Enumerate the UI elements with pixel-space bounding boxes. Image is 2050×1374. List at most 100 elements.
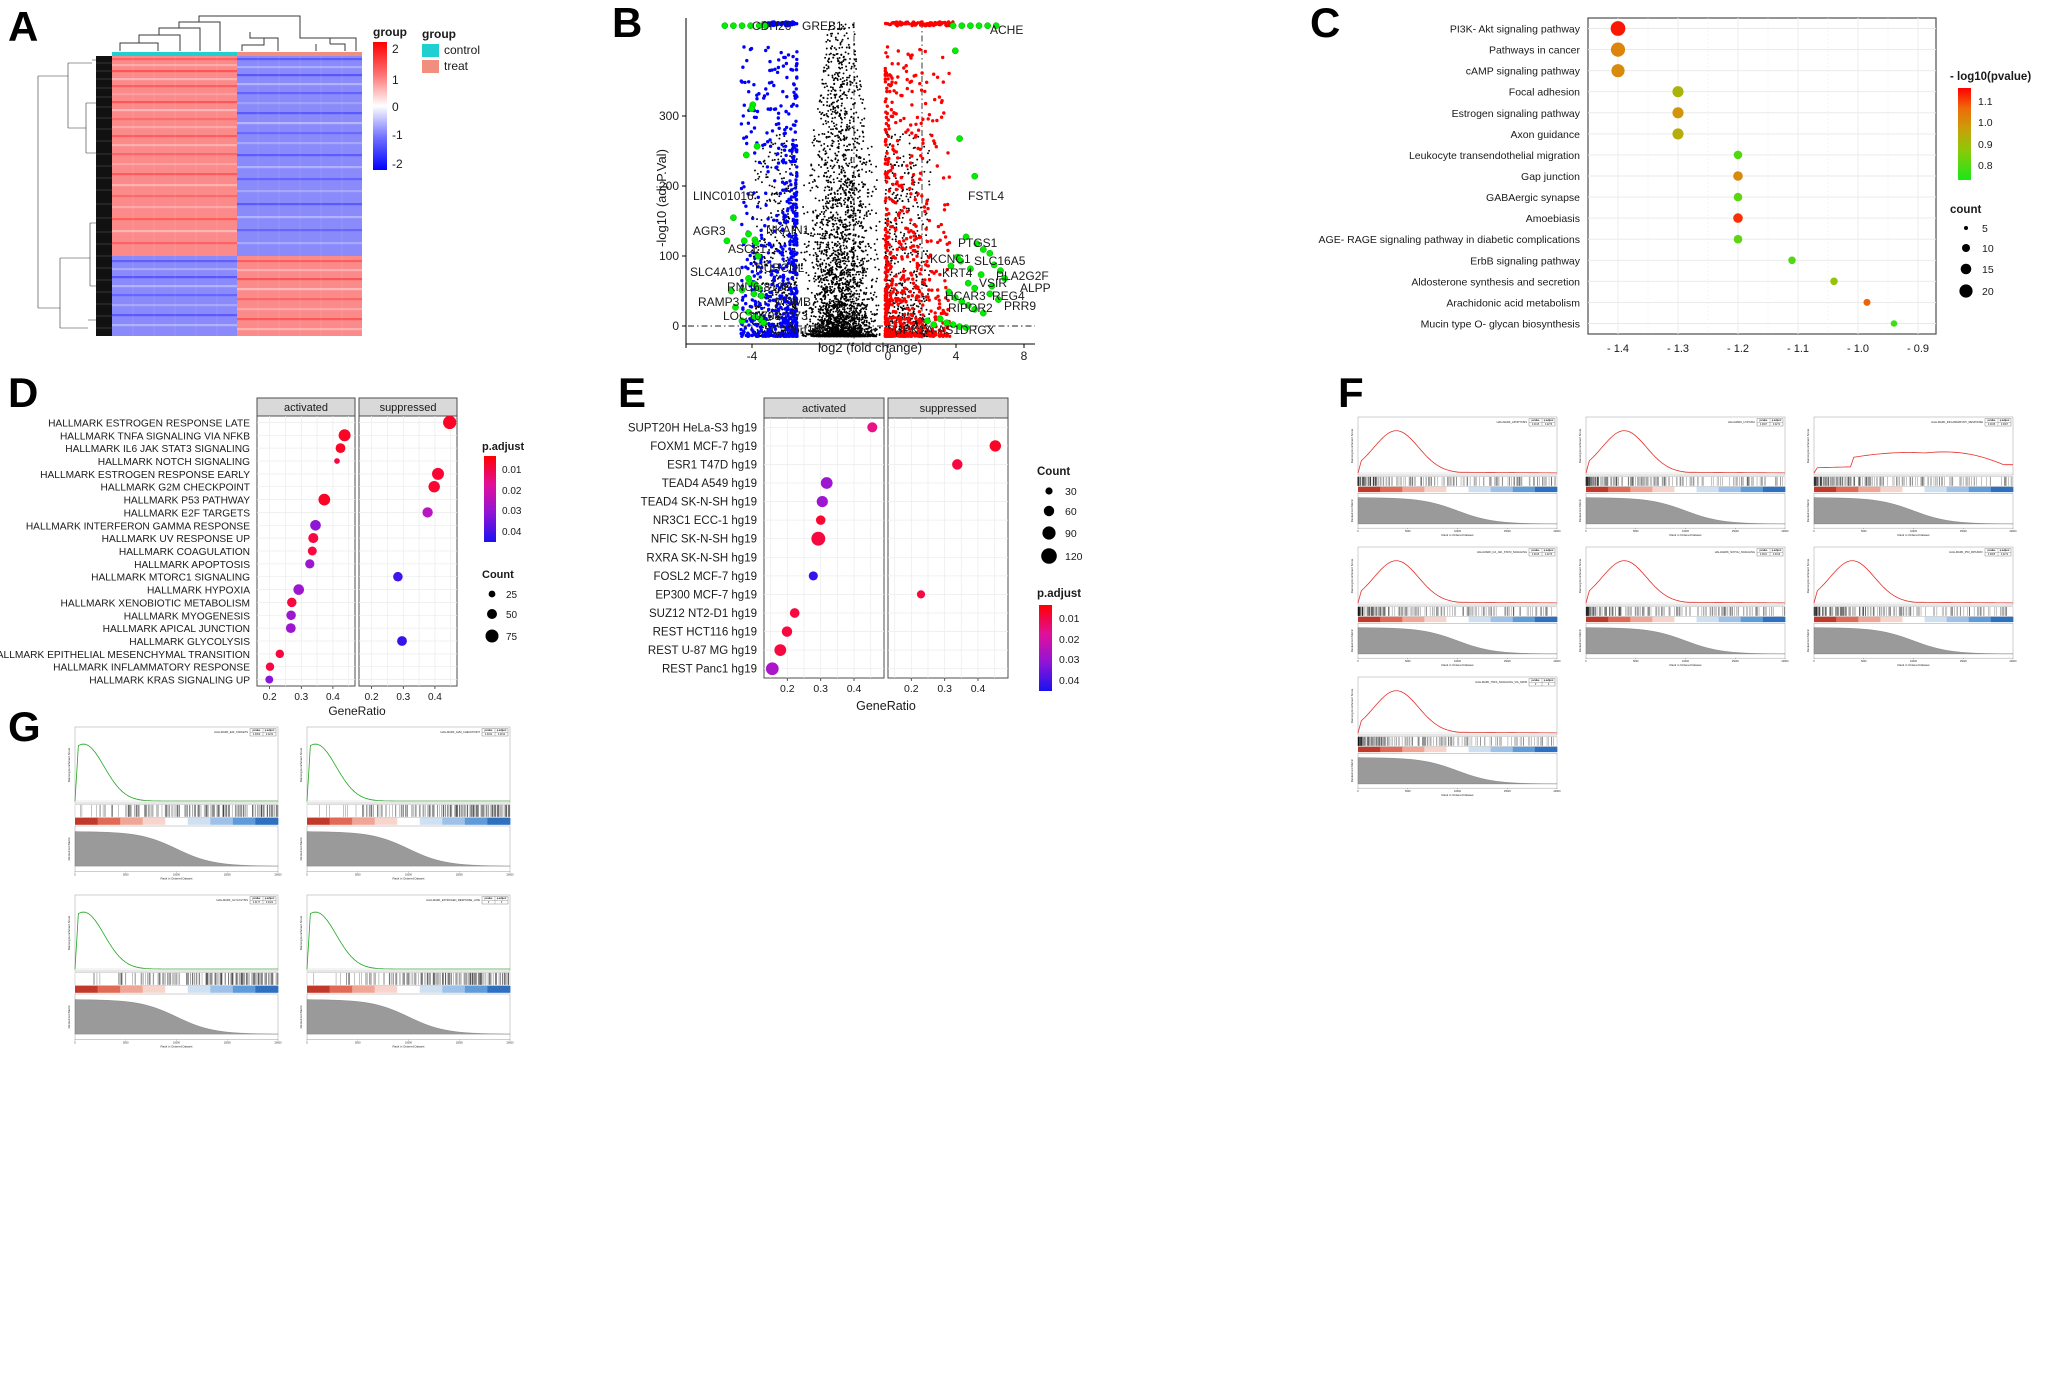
- panelE-activated-point-1: [820, 477, 833, 489]
- panelE-suppressed-point-2: [916, 590, 926, 599]
- scale-tick-1: 1: [392, 73, 399, 87]
- panel-d-color-tick-4: 0.04: [502, 527, 522, 538]
- panel-c-point-5: [1672, 128, 1684, 140]
- gene-label-NKAIN1: NKAIN1: [766, 223, 810, 237]
- gene-label-RNU6-813P: RNU6-813P: [727, 280, 792, 294]
- panel-a-group-legend: group control treat: [422, 27, 480, 73]
- panel-d-svg: activated suppressed HALLMARK ESTROGEN R…: [0, 397, 458, 718]
- panel-b: -4 0 4 8 0 100 200 300 log2 (fold change…: [490, 8, 1051, 363]
- panelE-activated-point-4: [811, 531, 826, 546]
- panelE-category-13: REST Panc1 hg19: [662, 664, 757, 676]
- panel-a: group 2 1 0 -1 -2 group control treat: [20, 8, 480, 353]
- panelD-category-19: HALLMARK INFLAMMATORY RESPONSE: [53, 663, 250, 674]
- panelE-activated-point-6: [789, 608, 800, 618]
- panelD-category-2: HALLMARK IL6 JAK STAT3 SIGNALING: [65, 444, 250, 455]
- panelE-category-5: NR3C1 ECC-1 hg19: [653, 515, 757, 527]
- panel-b-ylabel: -log10 (adj.P.Val): [654, 149, 669, 247]
- panel-b-xlabel: log2 (fold change): [818, 340, 922, 355]
- panelD-activated-point-7: [305, 559, 315, 569]
- panel-c-xtick-4: - 1.0: [1847, 343, 1869, 355]
- panelD-category-5: HALLMARK G2M CHECKPOINT: [101, 483, 250, 494]
- panelD-activated-point-8: [293, 584, 305, 595]
- gene-label-KCNC1: KCNC1: [930, 252, 971, 266]
- panel-c-size-legend: count 5 10 15 20: [1950, 204, 1994, 298]
- panel-g-grid-svg: Running Enrichment Scorepvalue p.adjust0.…: [67, 726, 514, 1049]
- panelE-category-8: FOSL2 MCF-7 hg19: [653, 571, 757, 583]
- panelE-category-4: TEAD4 SK-N-SH hg19: [641, 497, 757, 509]
- panel-f-plot-6: Running Enrichment Scorepvalue p.adjust0 0…: [1350, 676, 1561, 797]
- panelD-category-17: HALLMARK GLYCOLYSIS: [129, 637, 250, 648]
- panel-c-point-3: [1672, 86, 1684, 98]
- panel-e-xlabel: GeneRatio: [856, 699, 916, 713]
- panelD-activated-point-1: [335, 443, 346, 454]
- panelE-xtick-a-0: 0.2: [780, 683, 795, 695]
- panelD-category-20: HALLMARK KRAS SIGNALING UP: [89, 676, 250, 687]
- panel-c-color-legend-title: - log10(pvalue): [1950, 71, 2031, 83]
- panelD-xtick-a-1: 0.3: [294, 692, 308, 703]
- panel-c-xticks: - 1.4 - 1.3 - 1.2 - 1.1 - 1.0 - 0.9: [1607, 343, 1929, 355]
- panel-a-scale-title: group: [373, 25, 407, 39]
- panel-c-category-5: Axon guidance: [1511, 129, 1581, 141]
- panelD-category-14: HALLMARK XENOBIOTIC METABOLISM: [61, 598, 250, 609]
- gene-label-CDH26: CDH26: [752, 19, 792, 33]
- panel-c-point-10: [1733, 234, 1743, 244]
- panel-c-category-labels: PI3K- Akt signaling pathway Pathways in c…: [1319, 24, 1581, 331]
- panelE-category-3: TEAD4 A549 hg19: [662, 478, 757, 490]
- panel-e-color-tick-2: 0.02: [1059, 634, 1080, 646]
- panel-c-point-11: [1788, 256, 1796, 265]
- panel-b-xtick-4: 4: [953, 349, 960, 363]
- panel-e-facet-label-suppressed: suppressed: [920, 403, 977, 415]
- gene-label-C20orf197: C20orf197: [771, 323, 827, 337]
- panel-d-color-tick-3: 0.03: [502, 506, 522, 517]
- panel-f-setname-2: HALLMARK_INFLAMMATORY_RESPONSE: [1931, 420, 1983, 424]
- panel-c-category-10: AGE- RAGE signaling pathway in diabetic …: [1319, 234, 1580, 246]
- panel-c-category-2: cAMP signaling pathway: [1466, 66, 1581, 78]
- row-dendrogram-leaves: [96, 56, 112, 336]
- panelD-suppressed-point-3: [422, 507, 433, 518]
- panelE-activated-point-5: [808, 571, 818, 581]
- panel-f-plot-0: Running Enrichment Scorepvalue p.adjust0.…: [1350, 416, 1561, 537]
- panel-c-size-20: 20: [1982, 286, 1994, 298]
- panel-c-point-1: [1610, 42, 1626, 57]
- panel-c-point-7: [1733, 171, 1743, 181]
- panel-c-color-tick-3: 0.9: [1978, 139, 1993, 151]
- panelD-activated-point-14: [265, 675, 274, 684]
- row-dendrogram: [37, 59, 104, 329]
- panel-c-color-tick-1: 1.1: [1978, 96, 1993, 108]
- panel-c-point-0: [1610, 21, 1626, 36]
- panelD-category-8: HALLMARK INTERFERON GAMMA RESPONSE: [26, 521, 250, 532]
- panel-f: Running Enrichment Score pvalue p.adjust 0.…: [1338, 415, 2038, 797]
- panelD-category-16: HALLMARK APICAL JUNCTION: [103, 624, 250, 635]
- panel-g-setname-3: HALLMARK_ESTROGEN_RESPONSE_LATE: [426, 898, 480, 902]
- panelD-category-1: HALLMARK TNFA SIGNALING VIA NFKB: [60, 431, 250, 442]
- panel-c-color-legend: - log10(pvalue) 1.1 1.0 0.9 0.8: [1950, 71, 2031, 180]
- panelD-xtick-s-0: 0.2: [365, 692, 379, 703]
- panelE-activated-point-7: [781, 626, 793, 637]
- gene-label-RUBCNL: RUBCNL: [755, 261, 805, 275]
- gene-label-PRR9: PRR9: [1004, 299, 1036, 313]
- panel-e-color-tick-1: 0.01: [1059, 613, 1080, 625]
- panel-a-group-title: group: [422, 27, 456, 41]
- panel-c-category-1: Pathways in cancer: [1489, 45, 1581, 57]
- panelD-category-15: HALLMARK MYOGENESIS: [124, 611, 250, 622]
- heatmap-body: [112, 56, 362, 336]
- panel-c-xtick-1: - 1.3: [1667, 343, 1689, 355]
- gene-label-PTGS1: PTGS1: [958, 236, 998, 250]
- panelE-category-11: REST HCT116 hg19: [653, 627, 757, 639]
- panelD-suppressed-point-2: [428, 480, 440, 493]
- gene-label-ALPP: ALPP: [1020, 281, 1051, 295]
- panel-f-grid-svg: Running Enrichment Scorepvalue p.adjust0.…: [1350, 416, 2017, 797]
- panelE-xtick-a-2: 0.4: [847, 683, 862, 695]
- panel-b-xtick--4: -4: [747, 349, 758, 363]
- panel-c-xtick-2: - 1.2: [1727, 343, 1749, 355]
- panelD-category-13: HALLMARK HYPOXIA: [147, 586, 250, 597]
- panel-c-category-7: Gap junction: [1521, 171, 1580, 183]
- panelE-category-0: SUPT20H HeLa-S3 hg19: [628, 422, 757, 434]
- panelD-suppressed-point-0: [443, 415, 457, 430]
- panelD-xtick-a-2: 0.4: [326, 692, 340, 703]
- panelE-category-1: FOXM1 MCF-7 hg19: [650, 441, 757, 453]
- gene-label-AGR3: AGR3: [693, 224, 726, 238]
- panelD-suppressed-point-5: [397, 636, 407, 646]
- column-dendrogram: [119, 15, 357, 51]
- panel-c-category-6: Leukocyte transendothelial migration: [1409, 150, 1580, 162]
